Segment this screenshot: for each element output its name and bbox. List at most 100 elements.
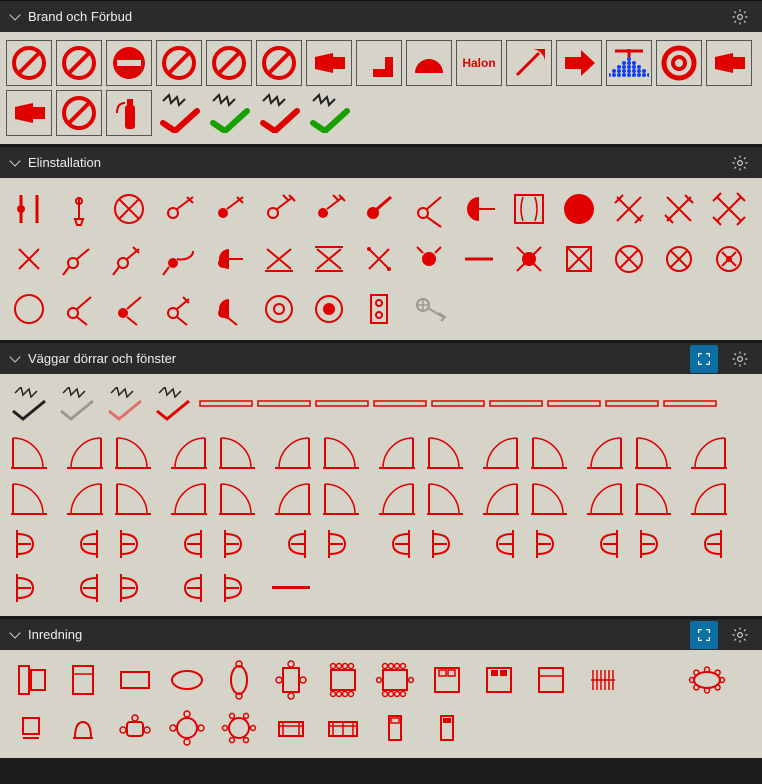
check-green-2-icon[interactable] [306, 90, 352, 136]
halon-icon[interactable]: Halon [456, 40, 502, 86]
wall-check-1-icon[interactable] [54, 382, 100, 428]
door-2-11-icon[interactable] [578, 522, 628, 566]
fire-extinguisher-icon[interactable] [106, 90, 152, 136]
el-symbol-12-icon[interactable] [606, 186, 652, 232]
furniture-12-icon[interactable] [630, 658, 680, 702]
door-0-11-icon[interactable] [578, 430, 628, 474]
el-symbol-14-icon[interactable] [706, 186, 752, 232]
wall-check-3-icon[interactable] [150, 382, 196, 428]
door-0-12-icon[interactable] [630, 430, 680, 474]
furniture-18-icon[interactable] [214, 706, 264, 750]
el-symbol-4-icon[interactable] [206, 186, 252, 232]
furniture-5-icon[interactable] [266, 658, 316, 702]
door-1-4-icon[interactable] [214, 476, 264, 520]
door-0-5-icon[interactable] [266, 430, 316, 474]
emergency-phone-icon[interactable] [706, 40, 752, 86]
door-tail-4-icon[interactable] [214, 568, 264, 608]
furniture-13-icon[interactable] [682, 658, 732, 702]
wall-short-icon[interactable] [266, 568, 316, 608]
door-0-7-icon[interactable] [370, 430, 420, 474]
el-symbol-34-icon[interactable] [206, 286, 252, 332]
door-2-1-icon[interactable] [58, 522, 108, 566]
el-symbol-10-icon[interactable] [506, 186, 552, 232]
el-symbol-0-icon[interactable] [6, 186, 52, 232]
el-symbol-28-icon[interactable] [656, 236, 702, 282]
wall-segment-1-icon[interactable] [256, 382, 312, 426]
no-open-flame-icon[interactable] [206, 40, 252, 86]
el-symbol-3-icon[interactable] [156, 186, 202, 232]
el-symbol-17-icon[interactable] [106, 236, 152, 282]
panel-header-inredning[interactable]: Inredning [0, 618, 762, 650]
el-symbol-23-icon[interactable] [406, 236, 452, 282]
wall-segment-5-icon[interactable] [488, 382, 544, 426]
door-1-8-icon[interactable] [422, 476, 472, 520]
door-1-2-icon[interactable] [110, 476, 160, 520]
el-symbol-8-icon[interactable] [406, 186, 452, 232]
door-0-9-icon[interactable] [474, 430, 524, 474]
el-symbol-9-icon[interactable] [456, 186, 502, 232]
sprinkler-icon[interactable] [606, 40, 652, 86]
fire-ladder-icon[interactable] [56, 90, 102, 136]
check-green-1-icon[interactable] [206, 90, 252, 136]
furniture-6-icon[interactable] [318, 658, 368, 702]
el-symbol-11-icon[interactable] [556, 186, 602, 232]
door-1-12-icon[interactable] [630, 476, 680, 520]
wall-segment-3-icon[interactable] [372, 382, 428, 426]
door-0-1-icon[interactable] [58, 430, 108, 474]
furniture-17-icon[interactable] [162, 706, 212, 750]
gear-icon[interactable] [726, 149, 754, 177]
el-symbol-32-icon[interactable] [106, 286, 152, 332]
door-1-9-icon[interactable] [474, 476, 524, 520]
door-tail-0-icon[interactable] [6, 568, 56, 608]
door-0-0-icon[interactable] [6, 430, 56, 474]
door-2-4-icon[interactable] [214, 522, 264, 566]
no-fire-hose-icon[interactable] [6, 40, 52, 86]
check-red-1-icon[interactable] [156, 90, 202, 136]
gear-icon[interactable] [726, 345, 754, 373]
wall-segment-4-icon[interactable] [430, 382, 486, 426]
el-symbol-38-icon[interactable] [406, 286, 452, 332]
door-0-6-icon[interactable] [318, 430, 368, 474]
door-2-8-icon[interactable] [422, 522, 472, 566]
wall-check-0-icon[interactable] [6, 382, 52, 428]
furniture-16-icon[interactable] [110, 706, 160, 750]
el-symbol-24-icon[interactable] [456, 236, 502, 282]
door-1-1-icon[interactable] [58, 476, 108, 520]
el-symbol-36-icon[interactable] [306, 286, 352, 332]
no-person-icon[interactable] [56, 40, 102, 86]
el-symbol-2-icon[interactable] [106, 186, 152, 232]
furniture-15-icon[interactable] [58, 706, 108, 750]
el-symbol-25-icon[interactable] [506, 236, 552, 282]
furniture-22-icon[interactable] [422, 706, 472, 750]
furniture-9-icon[interactable] [474, 658, 524, 702]
door-tail-1-icon[interactable] [58, 568, 108, 608]
door-1-6-icon[interactable] [318, 476, 368, 520]
expand-icon[interactable] [690, 345, 718, 373]
door-2-6-icon[interactable] [318, 522, 368, 566]
furniture-1-icon[interactable] [58, 658, 108, 702]
el-symbol-21-icon[interactable] [306, 236, 352, 282]
furniture-8-icon[interactable] [422, 658, 472, 702]
door-tail-3-icon[interactable] [162, 568, 212, 608]
el-symbol-7-icon[interactable] [356, 186, 402, 232]
furniture-14-icon[interactable] [6, 706, 56, 750]
wall-segment-8-icon[interactable] [662, 382, 718, 426]
fire-alarm-button-icon[interactable] [6, 90, 52, 136]
door-2-5-icon[interactable] [266, 522, 316, 566]
furniture-0-icon[interactable] [6, 658, 56, 702]
wall-segment-6-icon[interactable] [546, 382, 602, 426]
check-red-2-icon[interactable] [256, 90, 302, 136]
el-symbol-19-icon[interactable] [206, 236, 252, 282]
door-0-3-icon[interactable] [162, 430, 212, 474]
door-1-10-icon[interactable] [526, 476, 576, 520]
el-symbol-31-icon[interactable] [56, 286, 102, 332]
el-symbol-13-icon[interactable] [656, 186, 702, 232]
alarm-bell-icon[interactable] [406, 40, 452, 86]
furniture-2-icon[interactable] [110, 658, 160, 702]
arrow-down-right-icon[interactable] [356, 40, 402, 86]
door-1-13-icon[interactable] [682, 476, 732, 520]
gear-icon[interactable] [726, 621, 754, 649]
door-1-5-icon[interactable] [266, 476, 316, 520]
el-symbol-37-icon[interactable] [356, 286, 402, 332]
no-smoking-icon[interactable] [156, 40, 202, 86]
